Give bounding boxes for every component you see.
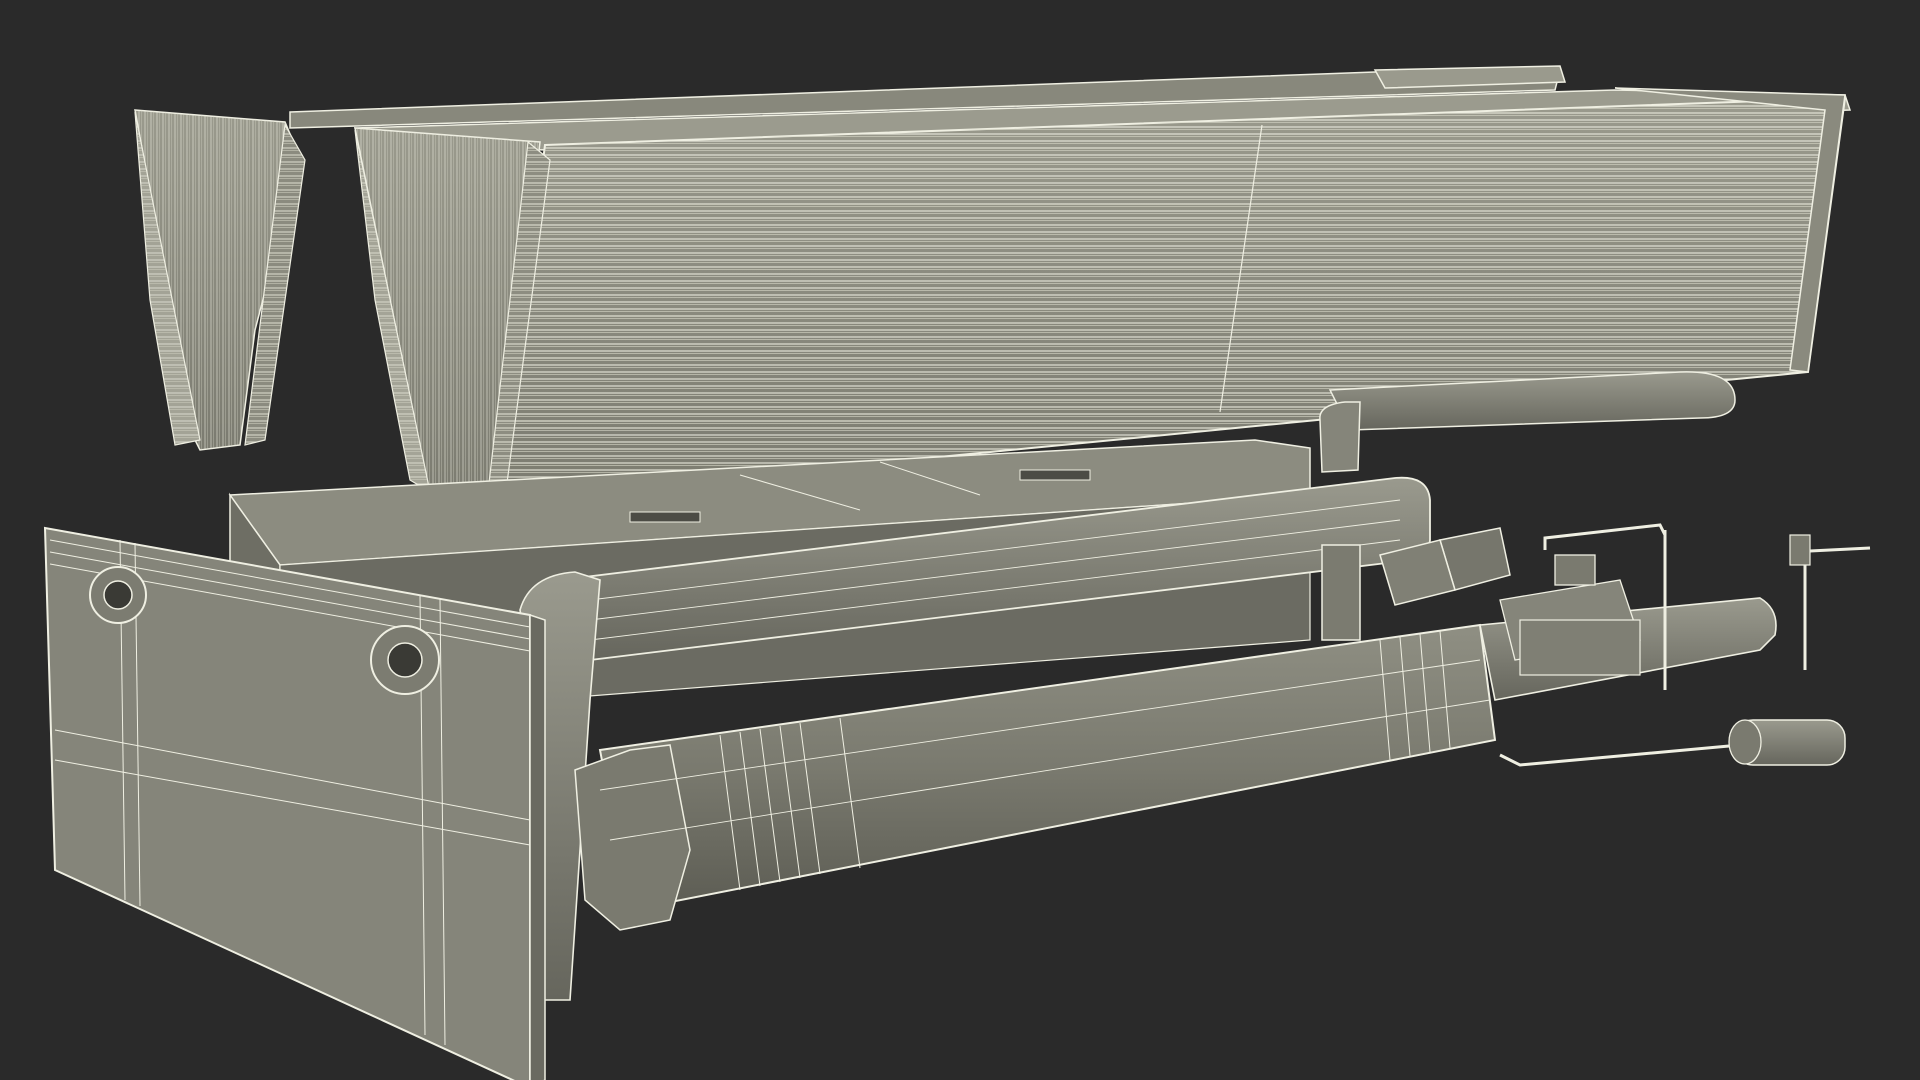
end-plate (43, 526, 546, 1080)
fin-bank-front (354, 87, 1852, 502)
flange-left (89, 566, 147, 624)
pipe-top-right (1319, 371, 1736, 473)
flange-right (370, 625, 440, 695)
wireframe-model (43, 65, 1871, 1080)
render-viewport (0, 0, 1920, 1080)
